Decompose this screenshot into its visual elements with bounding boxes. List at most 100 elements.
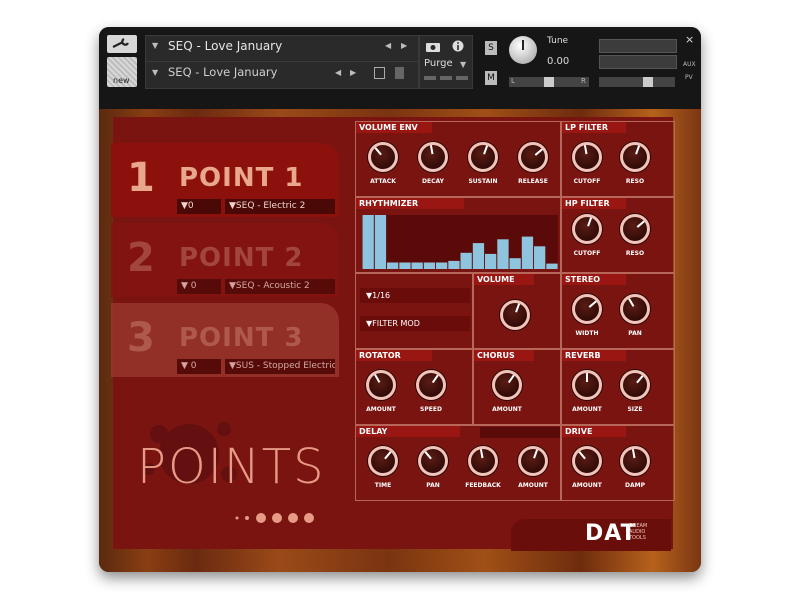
volume-knob[interactable] bbox=[500, 300, 530, 330]
rotator-speed-label: SPEED bbox=[420, 406, 442, 413]
rhythmizer-step-6[interactable] bbox=[423, 262, 436, 270]
pan-left-label: L bbox=[511, 77, 515, 85]
volume-env-sustain-label: SUSTAIN bbox=[468, 178, 498, 185]
rotator-amount-knob[interactable] bbox=[366, 370, 396, 400]
delete-snapshot-icon[interactable] bbox=[395, 67, 404, 79]
solo-button[interactable]: S bbox=[485, 41, 497, 55]
lp-filter-cutoff-knob[interactable] bbox=[572, 142, 602, 172]
rhythmizer-step-4[interactable] bbox=[399, 262, 411, 270]
rhythmizer-step-10[interactable] bbox=[472, 243, 485, 269]
pv-label[interactable]: PV bbox=[685, 74, 693, 81]
volume-env-sustain-knob[interactable] bbox=[468, 142, 498, 172]
volume-slider[interactable] bbox=[599, 77, 675, 87]
purge-dropdown-icon[interactable]: ▼ bbox=[460, 60, 466, 69]
hp-filter-reso-knob[interactable] bbox=[620, 214, 650, 244]
new-button[interactable]: new bbox=[107, 57, 137, 87]
drive-title: DRIVE bbox=[562, 426, 626, 437]
tune-knob[interactable] bbox=[509, 36, 537, 64]
delay-amount-label: AMOUNT bbox=[518, 482, 548, 489]
slot-1-source[interactable]: ▼SEQ - Electric 2 bbox=[225, 199, 335, 214]
prev-snapshot-icon[interactable]: ◀ bbox=[335, 68, 341, 77]
pan-slider[interactable]: L R bbox=[509, 77, 589, 87]
rhythm-rate-dropdown[interactable]: ▼1/16 bbox=[360, 288, 470, 303]
slot-3-source[interactable]: ▼SUS - Stopped Electric bbox=[225, 359, 335, 374]
rhythmizer-step-5[interactable] bbox=[411, 262, 423, 270]
info-icon[interactable] bbox=[452, 40, 464, 52]
snapshot-name[interactable]: SEQ - Love January bbox=[168, 65, 277, 79]
stereo-section: STEREO WIDTH PAN bbox=[561, 273, 675, 349]
volume-env-section: VOLUME ENV ATTACK DECAY SUSTAIN RELEASE bbox=[355, 121, 561, 197]
camera-icon[interactable] bbox=[425, 40, 441, 52]
lp-filter-reso-knob[interactable] bbox=[620, 142, 650, 172]
chorus-title: CHORUS bbox=[474, 350, 534, 361]
purge-label[interactable]: Purge bbox=[424, 58, 453, 69]
delay-amount-knob[interactable] bbox=[518, 446, 548, 476]
delay-time-knob[interactable] bbox=[368, 446, 398, 476]
instrument-name[interactable]: SEQ - Love January bbox=[168, 39, 282, 53]
lp-filter-section: LP FILTER CUTOFF RESO bbox=[561, 121, 675, 197]
slot-2-source[interactable]: ▼SEQ - Acoustic 2 bbox=[225, 279, 335, 294]
slot-1-transpose[interactable]: ▼0 bbox=[177, 199, 221, 214]
stereo-width-knob[interactable] bbox=[572, 294, 602, 324]
rotator-speed-knob[interactable] bbox=[416, 370, 446, 400]
rhythmizer-step-7[interactable] bbox=[436, 262, 448, 270]
rhythm-mode-dropdown[interactable]: ▼FILTER MOD bbox=[360, 316, 470, 331]
slot-3[interactable]: 3 POINT 3 ▼ 0 ▼SUS - Stopped Electric bbox=[111, 303, 339, 377]
lp-filter-cutoff-label: CUTOFF bbox=[573, 178, 601, 185]
delay-feedback-knob[interactable] bbox=[468, 446, 498, 476]
rhythmizer-step-1[interactable] bbox=[362, 215, 374, 269]
volume-env-release-knob[interactable] bbox=[518, 142, 548, 172]
stereo-pan-knob[interactable] bbox=[620, 294, 650, 324]
slot-2-transpose[interactable]: ▼ 0 bbox=[177, 279, 221, 294]
rhythmizer-step-2[interactable] bbox=[374, 215, 387, 269]
rhythmizer-step-16[interactable] bbox=[546, 263, 558, 269]
prev-instrument-icon[interactable]: ◀ bbox=[385, 41, 391, 50]
tune-value: 0.00 bbox=[547, 56, 570, 67]
rotator-section: ROTATOR AMOUNT SPEED bbox=[355, 349, 473, 425]
rhythmizer-step-8[interactable] bbox=[448, 260, 460, 269]
pan-handle[interactable] bbox=[544, 77, 554, 87]
chorus-amount-label: AMOUNT bbox=[492, 406, 522, 413]
rhythmizer-step-15[interactable] bbox=[534, 246, 546, 269]
rhythmizer-step-3[interactable] bbox=[387, 262, 399, 270]
save-snapshot-icon[interactable] bbox=[374, 67, 385, 79]
reverb-size-label: SIZE bbox=[627, 406, 643, 413]
rhythmizer-step-13[interactable] bbox=[509, 258, 521, 269]
slot-2[interactable]: 2 POINT 2 ▼ 0 ▼SEQ - Acoustic 2 bbox=[111, 223, 339, 297]
instrument-panel: 1 POINT 1 ▼0 ▼SEQ - Electric 2 2 POINT 2… bbox=[99, 109, 701, 572]
volume-handle[interactable] bbox=[643, 77, 653, 87]
rhythmizer-step-9[interactable] bbox=[460, 252, 472, 269]
delay-tempo-display[interactable] bbox=[480, 427, 560, 438]
delay-time-label: TIME bbox=[374, 482, 392, 489]
slot-3-title: POINT 3 bbox=[179, 323, 304, 353]
next-instrument-icon[interactable]: ▶ bbox=[401, 41, 407, 50]
hp-filter-cutoff-knob[interactable] bbox=[572, 214, 602, 244]
rhythmizer-steps[interactable] bbox=[362, 215, 558, 269]
slot-1-transpose-icon: ▼ bbox=[181, 201, 188, 211]
pan-right-label: R bbox=[581, 77, 586, 85]
slot-3-transpose[interactable]: ▼ 0 bbox=[177, 359, 221, 374]
rhythmizer-step-12[interactable] bbox=[497, 239, 509, 269]
rhythmizer-step-11[interactable] bbox=[485, 253, 497, 269]
slot-1[interactable]: 1 POINT 1 ▼0 ▼SEQ - Electric 2 bbox=[111, 143, 339, 217]
reverb-size-knob[interactable] bbox=[620, 370, 650, 400]
drive-amount-knob[interactable] bbox=[572, 446, 602, 476]
drive-damp-label: DAMP bbox=[625, 482, 645, 489]
volume-env-attack-knob[interactable] bbox=[368, 142, 398, 172]
wrench-button[interactable] bbox=[107, 35, 137, 53]
reverb-amount-knob[interactable] bbox=[572, 370, 602, 400]
instrument-dropdown-icon[interactable]: ▼ bbox=[152, 41, 158, 50]
snapshot-dropdown-icon[interactable]: ▼ bbox=[152, 68, 158, 77]
chorus-amount-knob[interactable] bbox=[492, 370, 522, 400]
mute-button[interactable]: M bbox=[485, 71, 497, 85]
volume-title: VOLUME bbox=[474, 274, 534, 285]
slot-1-number: 1 bbox=[127, 155, 155, 201]
reverb-title: REVERB bbox=[562, 350, 626, 361]
volume-env-decay-knob[interactable] bbox=[418, 142, 448, 172]
close-icon[interactable]: × bbox=[685, 33, 694, 46]
aux-label[interactable]: AUX bbox=[683, 61, 696, 68]
drive-damp-knob[interactable] bbox=[620, 446, 650, 476]
next-snapshot-icon[interactable]: ▶ bbox=[350, 68, 356, 77]
delay-pan-knob[interactable] bbox=[418, 446, 448, 476]
rhythmizer-step-14[interactable] bbox=[521, 236, 534, 269]
